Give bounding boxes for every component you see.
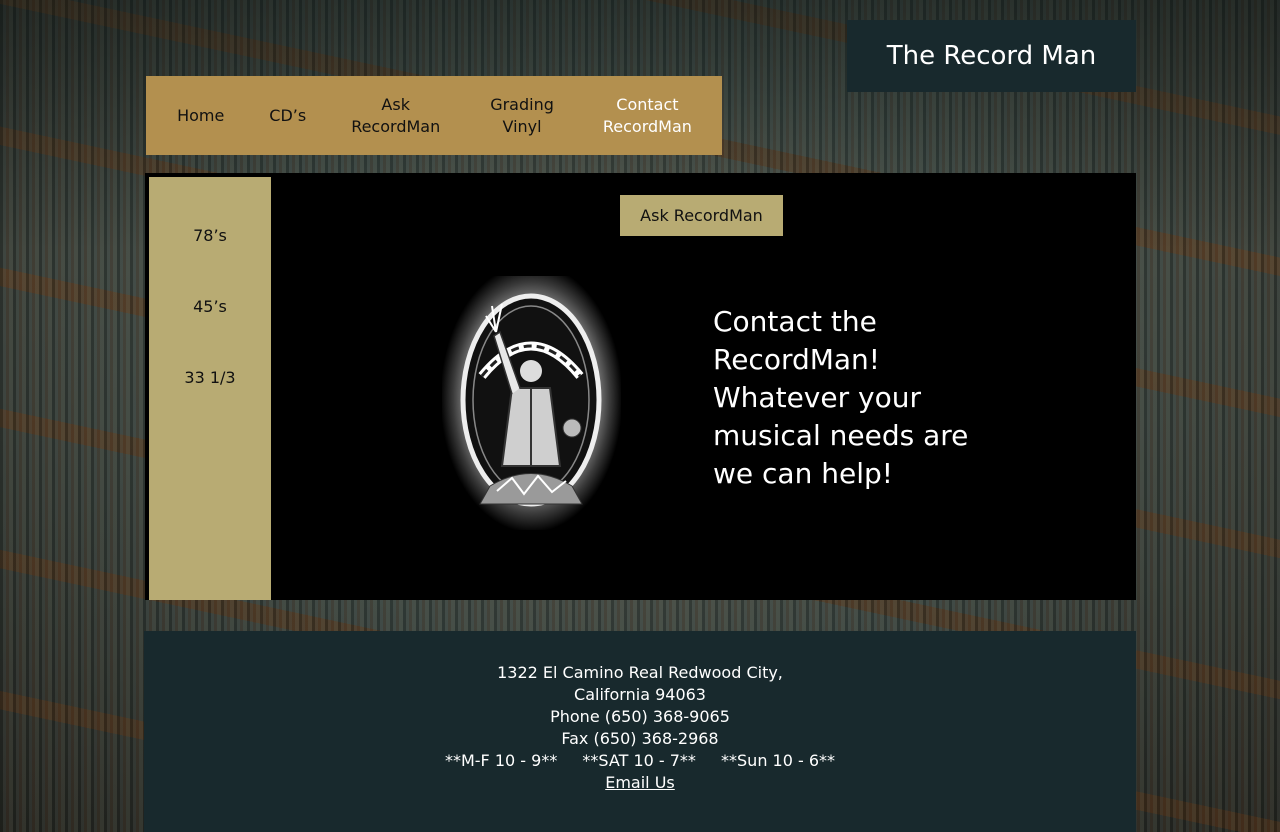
recordman-logo-icon (442, 276, 621, 530)
sidebar-item-45s[interactable]: 45’s (149, 297, 271, 316)
footer-fax: Fax (650) 368-2968 (561, 729, 719, 748)
nav-item-cds[interactable]: CD’s (255, 105, 320, 127)
hours-sunday: **Sun 10 - 6** (721, 751, 836, 770)
nav-item-ask-recordman[interactable]: Ask RecordMan (320, 94, 471, 138)
content-panel: 78’s 45’s 33 1/3 Ask RecordMan Contact t… (145, 173, 1136, 600)
footer: 1322 El Camino Real Redwood City, Califo… (144, 631, 1136, 832)
nav-item-home[interactable]: Home (146, 105, 255, 127)
footer-hours: **M-F 10 - 9** **SAT 10 - 7** **Sun 10 -… (144, 750, 1136, 772)
email-us-link[interactable]: Email Us (605, 773, 675, 792)
ask-recordman-button[interactable]: Ask RecordMan (620, 195, 783, 236)
sidebar: 78’s 45’s 33 1/3 (149, 177, 271, 600)
footer-phone: Phone (650) 368-9065 (550, 707, 730, 726)
nav-item-grading-vinyl[interactable]: Grading Vinyl (471, 94, 572, 138)
hours-weekdays: **M-F 10 - 9** (444, 751, 558, 770)
hours-saturday: **SAT 10 - 7** (582, 751, 696, 770)
footer-address: 1322 El Camino Real Redwood City, Califo… (497, 663, 783, 704)
main-nav: Home CD’s Ask RecordMan Grading Vinyl Co… (146, 76, 722, 155)
contact-tagline: Contact the RecordMan! Whatever your mus… (713, 305, 969, 490)
sidebar-item-33-1-3[interactable]: 33 1/3 (149, 368, 271, 387)
site-title[interactable]: The Record Man (847, 20, 1136, 92)
sidebar-item-78s[interactable]: 78’s (149, 226, 271, 245)
nav-item-contact-recordman[interactable]: Contact RecordMan (573, 94, 722, 138)
